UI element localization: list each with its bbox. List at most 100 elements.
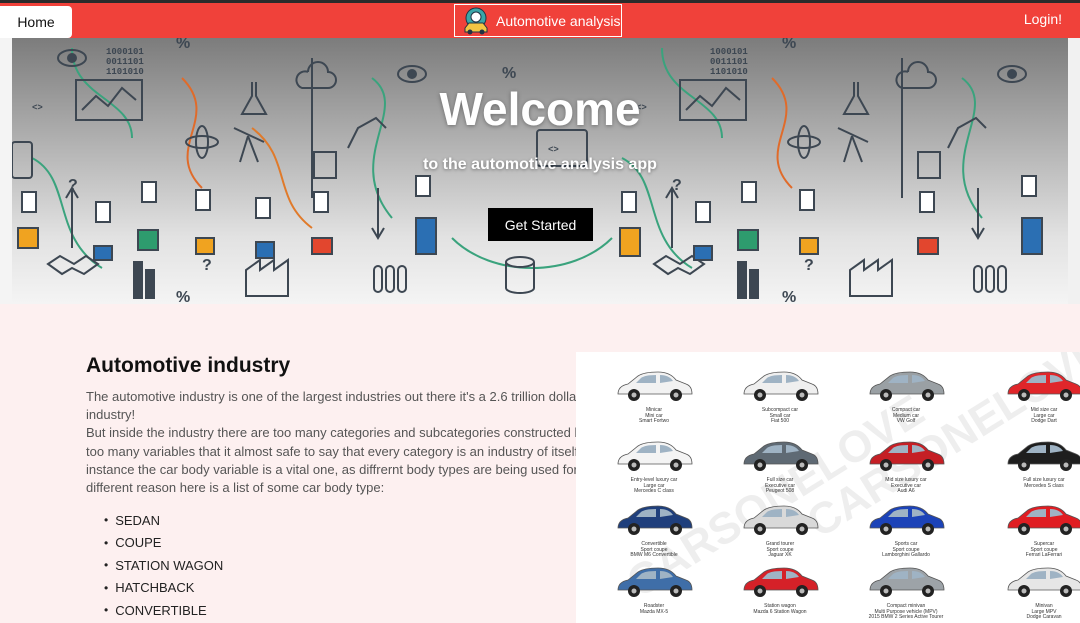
hero-banner: 1000101 0011101 1101010 1000101 0011101 1101… [12, 38, 1068, 304]
svg-text:%: % [502, 65, 516, 82]
car-thumbnail: Compact car Medium car VW Golf [846, 366, 966, 430]
brand-label: Automotive analysis [496, 12, 621, 29]
body-type-item: STATION WAGON [104, 554, 223, 577]
section-title: Automotive industry [86, 354, 291, 377]
car-caption-line: Peugeot 508 [765, 488, 795, 494]
svg-text:%: % [782, 38, 796, 52]
car-thumbnail: Mid size luxury car Executive car Audi A6 [846, 436, 966, 500]
car-icon [1007, 371, 1080, 401]
car-caption-line: Smart Fortwo [638, 418, 669, 424]
car-icon [869, 441, 945, 471]
car-icon [743, 567, 819, 597]
svg-text:1101010: 1101010 [710, 67, 748, 77]
svg-text:?: ? [672, 177, 682, 194]
car-caption-line: Mercedes S class [1024, 482, 1064, 489]
svg-text:1101010: 1101010 [106, 67, 144, 77]
home-nav-button[interactable]: Home [0, 6, 72, 38]
car-icon [869, 371, 945, 401]
paragraph-line: But inside the industry there are too ma… [86, 425, 589, 441]
body-type-item: CONVERTIBLE [104, 599, 223, 622]
car-caption-line: VW Golf [896, 418, 916, 424]
svg-text:%: % [176, 38, 190, 52]
car-caption-line: Lamborghini Gallardo [882, 552, 930, 558]
car-caption: Entry-level luxury car Large car Mercedes … [594, 477, 714, 495]
car-icon [1007, 567, 1080, 597]
car-thumbnail: Sports car Sport coupe Lamborghini Gallard… [846, 500, 966, 564]
car-caption: Mid size car Large car Dodge Dart [984, 407, 1080, 425]
car-thumbnail: Grand tourer Sport coupe Jaguar XK [720, 500, 840, 564]
svg-text:1000101: 1000101 [106, 47, 144, 57]
car-icon [869, 567, 945, 597]
car-caption-line: Fiat 500 [770, 418, 790, 424]
car-icon [617, 505, 693, 535]
svg-text:0011101: 0011101 [710, 57, 748, 67]
car-thumbnail: Full size car Executive car Peugeot 508 [720, 436, 840, 500]
car-caption-line: Mercedes C class [634, 488, 674, 494]
paragraph-line: The automotive industry is one of the la… [86, 389, 581, 404]
car-thumbnail: Compact minivan Multi Purpose vehicle (MP… [846, 562, 966, 623]
body-type-item: COUPE [104, 532, 223, 555]
svg-text:0011101: 0011101 [106, 57, 144, 67]
paragraph-line: instance the car body variable is a vita… [86, 461, 607, 477]
body-type-list: SEDAN COUPE STATION WAGON HATCHBACK CONV… [104, 509, 223, 622]
get-started-button[interactable]: Get Started [488, 208, 593, 241]
car-icon [743, 441, 819, 471]
svg-text:?: ? [804, 257, 814, 274]
car-analysis-logo-icon [464, 7, 488, 34]
car-caption-line: Dodge Caravan [1026, 614, 1062, 620]
car-caption: Compact minivan Multi Purpose vehicle (MP… [846, 603, 966, 621]
car-thumbnail: Subcompact car Small car Fiat 500 [720, 366, 840, 430]
svg-text:?: ? [202, 257, 212, 274]
hero-title: Welcome [439, 83, 641, 135]
paragraph-line: different reason here is a list of some … [86, 480, 385, 496]
car-icon [869, 505, 945, 535]
car-icon [617, 371, 693, 401]
car-caption: Mid size luxury car Executive car Audi A6 [846, 477, 966, 495]
car-icon [1007, 505, 1080, 535]
car-thumbnail: Entry-level luxury car Large car Mercedes … [594, 436, 714, 500]
car-caption: Full size car Executive car Peugeot 508 [720, 477, 840, 495]
car-caption-line: 2015 BMW 2 Series Active Tourer [868, 614, 944, 620]
car-thumbnail: Station wagon Mazda 6 Station Wagon [720, 562, 840, 623]
paragraph-line: industry! [86, 407, 136, 423]
car-thumbnail: Convertible Sport coupe BMW M6 Convertible [594, 500, 714, 564]
svg-text:1000101: 1000101 [710, 47, 748, 57]
car-body-types-image: CARSONELOVE CARSONELOVE Minicar Mini car S… [576, 352, 1080, 623]
car-caption-line: Mazda 6 Station Wagon [753, 608, 807, 615]
brand-link[interactable]: Automotive analysis [454, 4, 622, 37]
paragraph-line: too many variables that it almost safe t… [86, 443, 601, 459]
hero-right-edge [1068, 38, 1080, 304]
svg-text:%: % [176, 289, 190, 304]
svg-text:<>: <> [548, 145, 559, 155]
car-caption: Subcompact car Small car Fiat 500 [720, 407, 840, 425]
car-thumbnail: Minivan Large MPV Dodge Caravan [984, 562, 1080, 623]
hero-subtitle: to the automotive analysis app [423, 156, 657, 173]
body-type-item: SEDAN [104, 509, 223, 532]
section-paragraph: The automotive industry is one of the la… [86, 388, 607, 497]
car-thumbnail: Full size luxury car Mercedes S class [984, 436, 1080, 500]
body-type-item: HATCHBACK [104, 577, 223, 600]
car-caption: Minivan Large MPV Dodge Caravan [984, 603, 1080, 621]
car-icon [1007, 441, 1080, 471]
login-link[interactable]: Login! [1024, 11, 1062, 27]
car-caption-line: Jaguar XK [768, 552, 792, 558]
car-caption: Station wagon Mazda 6 Station Wagon [720, 603, 840, 615]
car-caption-line: Mazda MX-5 [639, 608, 669, 615]
car-caption-line: BMW M6 Convertible [630, 552, 678, 558]
car-icon [617, 441, 693, 471]
car-caption: Supercar Sport coupe Ferrari LaFerrari [984, 541, 1080, 559]
svg-text:?: ? [68, 177, 78, 194]
car-caption: Roadster Mazda MX-5 [594, 603, 714, 615]
car-icon [743, 371, 819, 401]
car-caption: Convertible Sport coupe BMW M6 Convertible [594, 541, 714, 559]
car-caption-line: Dodge Dart [1031, 418, 1057, 424]
car-caption: Sports car Sport coupe Lamborghini Gallard… [846, 541, 966, 559]
car-caption: Grand tourer Sport coupe Jaguar XK [720, 541, 840, 559]
car-icon [617, 567, 693, 597]
car-caption: Full size luxury car Mercedes S class [984, 477, 1080, 489]
hero-left-edge [0, 38, 12, 304]
car-thumbnail: Supercar Sport coupe Ferrari LaFerrari [984, 500, 1080, 564]
svg-text:%: % [782, 289, 796, 304]
car-icon [743, 505, 819, 535]
car-caption-line: Ferrari LaFerrari [1025, 552, 1063, 558]
